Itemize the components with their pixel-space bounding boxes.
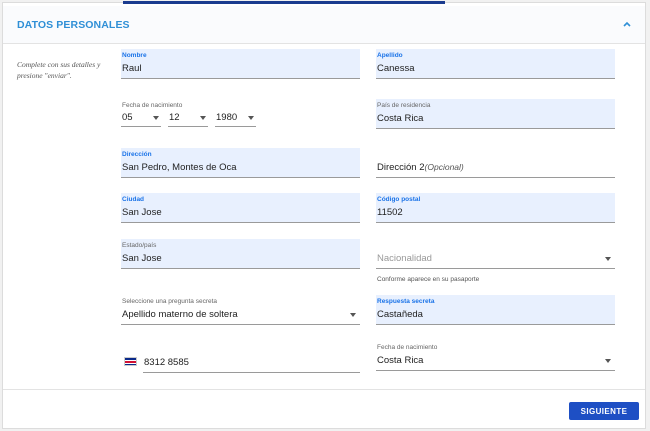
secret-answer-label: Respuesta secreta <box>377 298 435 305</box>
underline <box>376 268 615 269</box>
birth-month-value: 05 <box>122 112 133 123</box>
birth-country-label: Fecha de nacimiento <box>377 344 438 351</box>
footer-divider <box>3 389 645 390</box>
phone-value: 8312 8585 <box>144 357 189 368</box>
nationality-hint: Conforme aparece en su pasaporte <box>377 276 480 283</box>
caret-down-icon <box>605 257 611 261</box>
next-button[interactable]: SIGUIENTE <box>569 402 639 420</box>
birth-country-value: Costa Rica <box>377 355 424 366</box>
section-title: DATOS PERSONALES <box>17 19 130 31</box>
underline <box>121 324 360 325</box>
address-value: San Pedro, Montes de Oca <box>122 162 237 173</box>
personal-data-card: DATOS PERSONALES Complete con sus detall… <box>2 1 646 429</box>
underline <box>121 126 161 127</box>
costa-rica-flag-icon[interactable] <box>124 357 137 366</box>
phone-field[interactable]: 8312 8585 <box>143 343 360 373</box>
progress-accent-bar <box>123 1 445 4</box>
nationality-placeholder: Nacionalidad <box>377 253 432 264</box>
address-label: Dirección <box>122 151 152 158</box>
underline <box>215 126 256 127</box>
form-instructions: Complete con sus detalles y presione "en… <box>17 60 101 80</box>
nationality-select[interactable]: Nacionalidad <box>376 239 615 269</box>
birth-day-value: 12 <box>169 112 180 123</box>
secret-answer-field[interactable]: Respuesta secreta Castañeda <box>376 295 615 325</box>
last-name-field[interactable]: Apellido Canessa <box>376 49 615 79</box>
secret-answer-value: Castañeda <box>377 309 423 320</box>
postal-code-label: Código postal <box>377 196 421 203</box>
address2-optional-tag: (Opcional) <box>424 162 464 172</box>
underline <box>143 372 360 373</box>
section-header[interactable]: DATOS PERSONALES <box>3 6 645 44</box>
underline <box>376 370 615 371</box>
postal-code-field[interactable]: Código postal 11502 <box>376 193 615 223</box>
state-field[interactable]: Estado/país San Jose <box>121 239 360 269</box>
underline <box>376 78 615 79</box>
birth-year-select[interactable]: 1980 <box>215 109 256 127</box>
underline <box>168 126 208 127</box>
address-field[interactable]: Dirección San Pedro, Montes de Oca <box>121 148 360 178</box>
city-label: Ciudad <box>122 196 145 203</box>
birth-year-value: 1980 <box>216 112 238 123</box>
underline <box>376 324 615 325</box>
page: DATOS PERSONALES Complete con sus detall… <box>0 0 650 431</box>
underline <box>376 177 615 178</box>
first-name-value: Raul <box>122 63 142 74</box>
last-name-value: Canessa <box>377 63 415 74</box>
residence-country-label: País de residencia <box>377 102 431 109</box>
address2-label: Dirección 2 <box>377 162 425 173</box>
birth-month-select[interactable]: 05 <box>121 109 161 127</box>
secret-question-select[interactable]: Seleccione una pregunta secreta Apellido… <box>121 295 360 325</box>
caret-down-icon <box>248 116 254 120</box>
underline <box>376 128 615 129</box>
secret-question-value: Apellido materno de soltera <box>122 309 238 320</box>
state-value: San Jose <box>122 253 162 264</box>
first-name-field[interactable]: Nombre Raul <box>121 49 360 79</box>
address2-placeholder: Dirección 2(Opcional) <box>377 162 464 173</box>
caret-down-icon <box>200 116 206 120</box>
underline <box>376 222 615 223</box>
underline <box>121 222 360 223</box>
chevron-up-icon[interactable] <box>619 16 635 32</box>
underline <box>121 78 360 79</box>
address2-field[interactable]: Dirección 2(Opcional) <box>376 148 615 178</box>
residence-country-field[interactable]: País de residencia Costa Rica <box>376 99 615 129</box>
underline <box>121 177 360 178</box>
caret-down-icon <box>350 313 356 317</box>
birth-day-select[interactable]: 12 <box>168 109 208 127</box>
last-name-label: Apellido <box>377 52 403 59</box>
birth-date-label: Fecha de nacimiento <box>122 102 183 109</box>
postal-code-value: 11502 <box>377 207 403 218</box>
first-name-label: Nombre <box>122 52 147 59</box>
underline <box>121 268 360 269</box>
state-label: Estado/país <box>122 242 157 249</box>
city-field[interactable]: Ciudad San Jose <box>121 193 360 223</box>
city-value: San Jose <box>122 207 162 218</box>
caret-down-icon <box>153 116 159 120</box>
caret-down-icon <box>605 359 611 363</box>
residence-country-value: Costa Rica <box>377 113 424 124</box>
secret-question-label: Seleccione una pregunta secreta <box>122 298 218 305</box>
birth-country-select[interactable]: Fecha de nacimiento Costa Rica <box>376 341 615 371</box>
